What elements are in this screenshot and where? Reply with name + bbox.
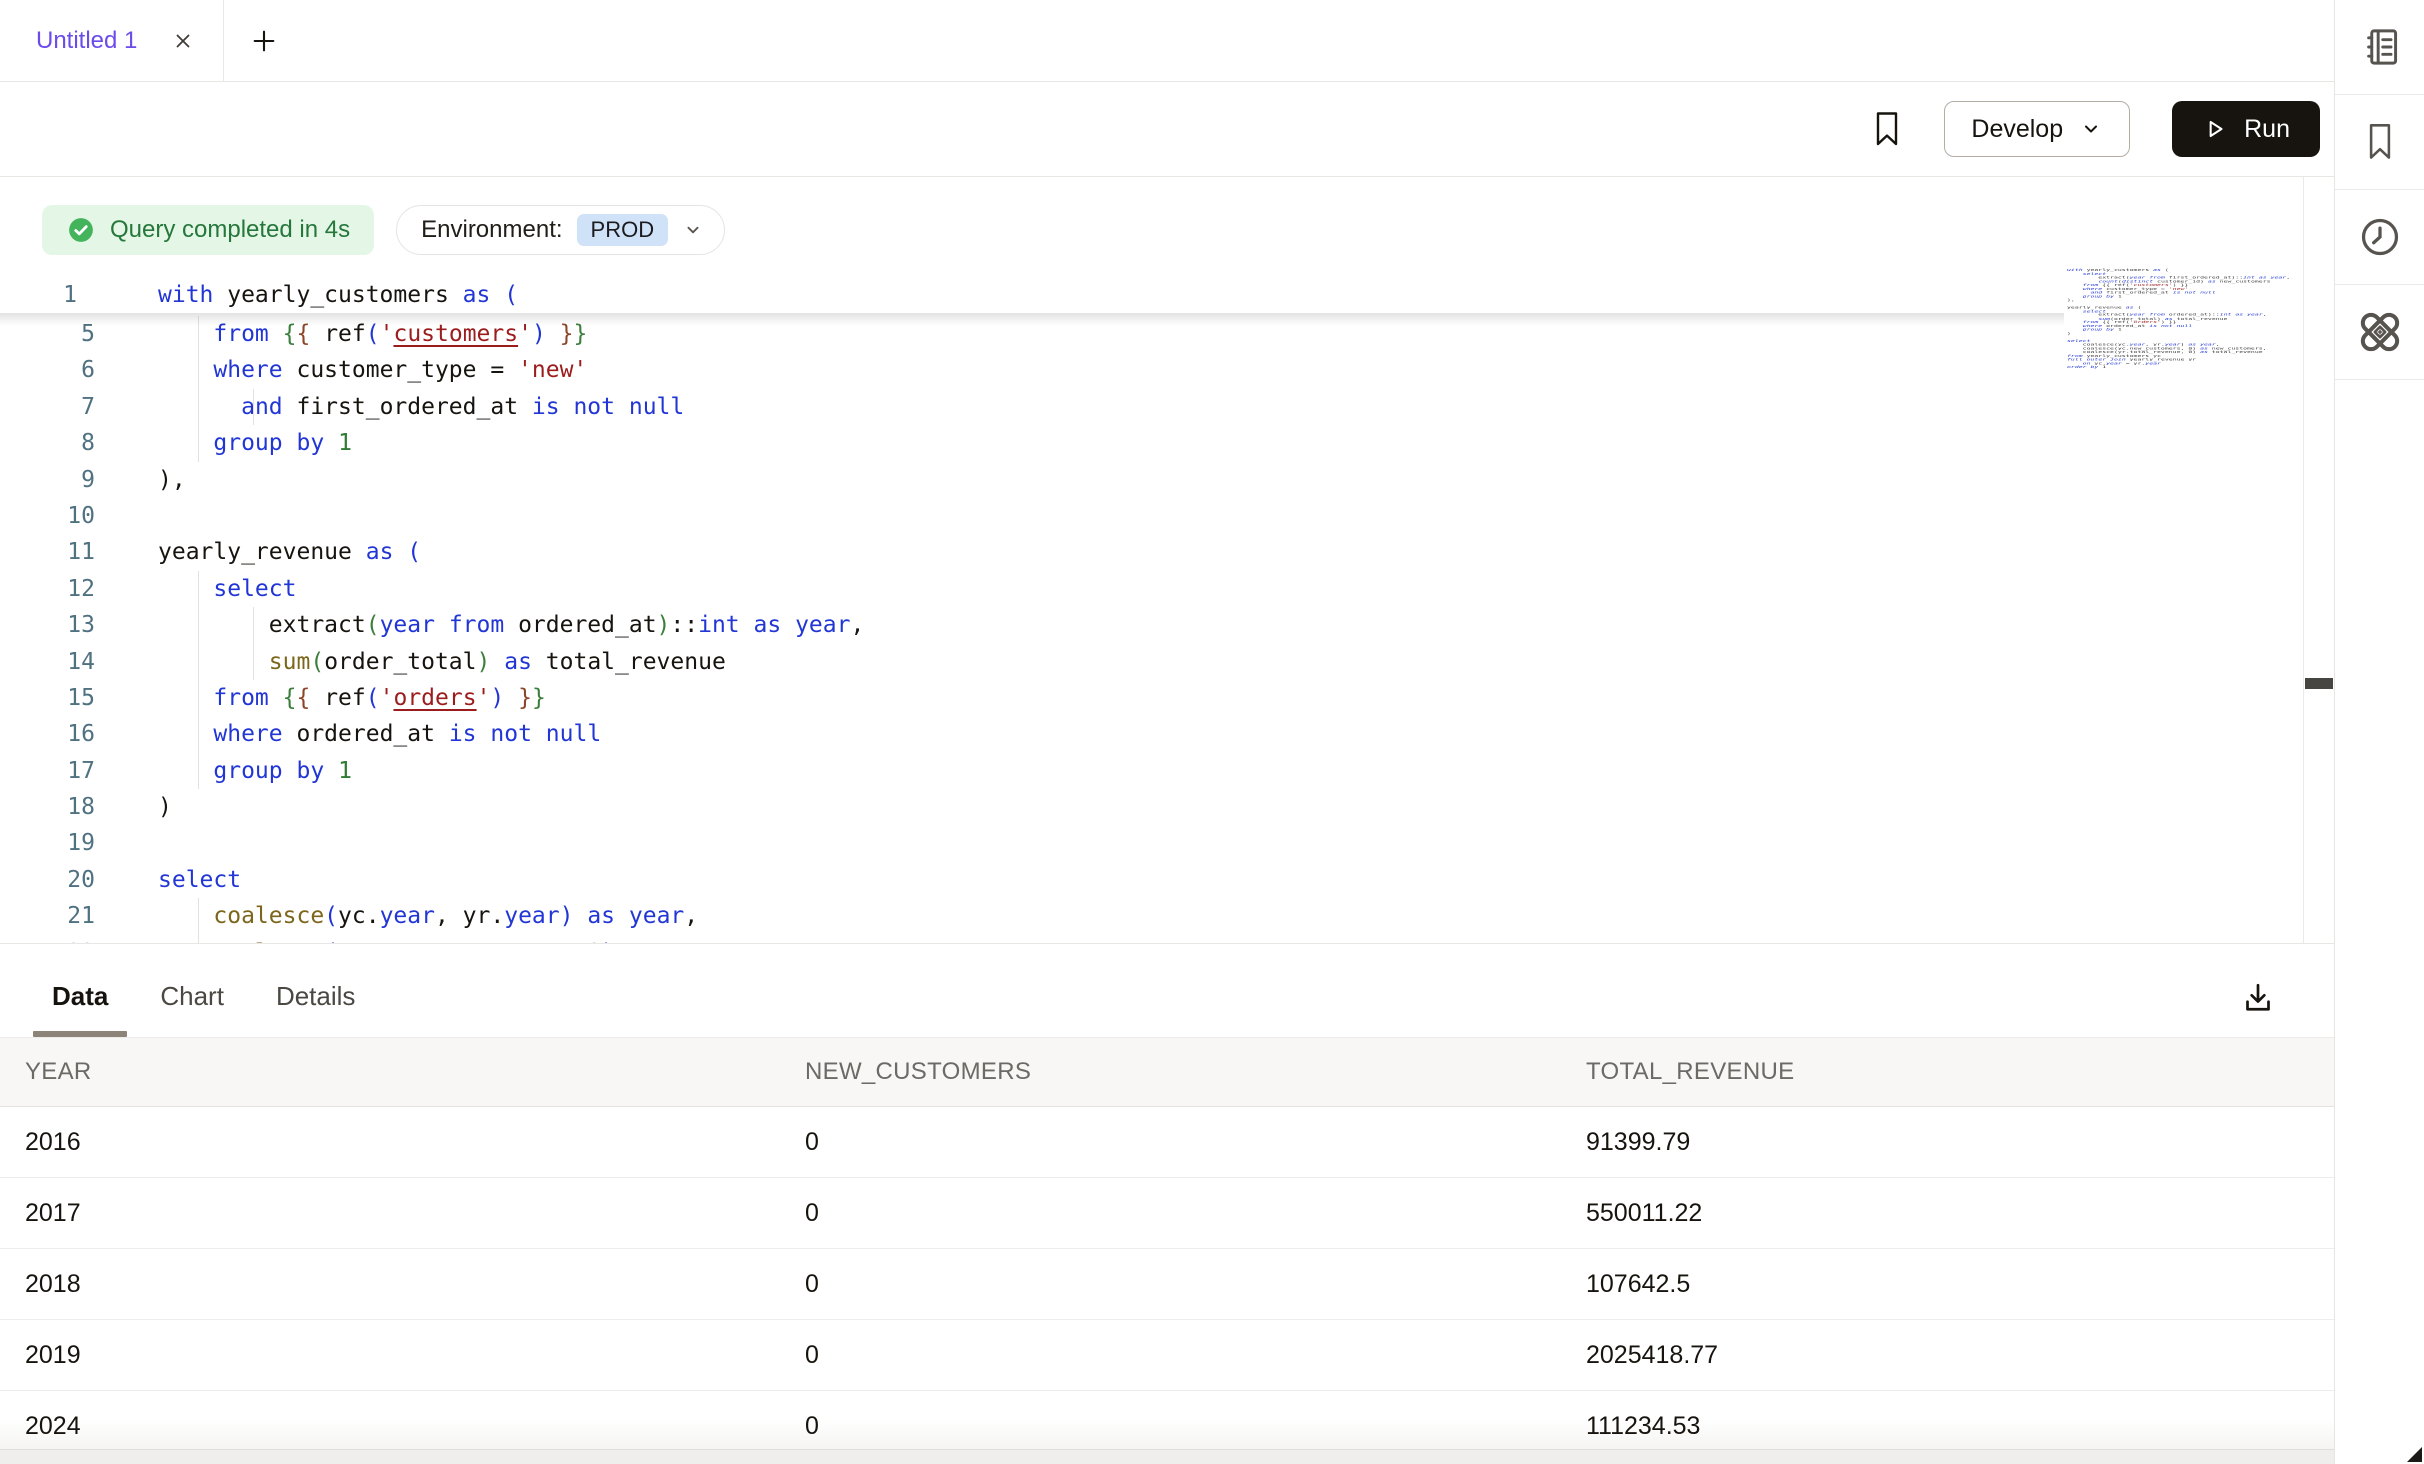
table-cell: 91399.79 — [1586, 1128, 2334, 1157]
column-header: TOTAL_REVENUE — [1586, 1058, 2334, 1086]
close-tab-icon[interactable] — [173, 31, 193, 51]
environment-selector[interactable]: Environment: PROD — [396, 205, 725, 255]
indent-guide — [198, 898, 199, 943]
download-icon[interactable] — [2236, 976, 2280, 1020]
code-line[interactable]: 17 group by 1 — [0, 753, 2064, 789]
right-sidebar — [2334, 0, 2424, 1464]
status-row: Query completed in 4s Environment: PROD — [42, 205, 725, 255]
table-cell: 0 — [805, 1128, 1586, 1157]
query-status-text: Query completed in 4s — [110, 216, 350, 244]
bookmark-icon — [2363, 122, 2397, 162]
table-row[interactable]: 20180107642.5 — [0, 1249, 2334, 1320]
tab-untitled-1[interactable]: Untitled 1 — [0, 0, 224, 81]
new-tab-button[interactable] — [224, 0, 304, 81]
play-icon — [2202, 116, 2228, 142]
code-line[interactable]: 14 sum(order_total) as total_revenue — [0, 644, 2064, 680]
notebook-icon — [2358, 25, 2402, 69]
results-tab-details[interactable]: Details — [276, 981, 355, 1012]
sidebar-item-history[interactable] — [2335, 190, 2424, 285]
editor-scrollbar-thumb[interactable] — [2305, 678, 2333, 689]
table-cell: 0 — [805, 1270, 1586, 1299]
table-row[interactable]: 2016091399.79 — [0, 1107, 2334, 1178]
environment-label: Environment: — [421, 216, 562, 244]
code-line[interactable]: 15 from {{ ref('orders') }} — [0, 680, 2064, 716]
table-body: 2016091399.7920170550011.2220180107642.5… — [0, 1107, 2334, 1462]
table-cell: 2017 — [25, 1199, 805, 1228]
editor-minimap[interactable]: with yearly_customers as ( select extrac… — [2067, 268, 2303, 828]
develop-button[interactable]: Develop — [1944, 101, 2130, 157]
horizontal-scrollbar[interactable] — [0, 1449, 2334, 1464]
table-cell: 2016 — [25, 1128, 805, 1157]
results-tabs: Data Chart Details — [52, 966, 355, 1026]
code-line[interactable]: 8 group by 1 — [0, 425, 2064, 461]
table-cell: 111234.53 — [1586, 1412, 2334, 1441]
environment-value-chip: PROD — [577, 214, 669, 246]
sidebar-item-mesh[interactable] — [2335, 285, 2424, 380]
table-cell: 2018 — [25, 1270, 805, 1299]
develop-button-label: Develop — [1971, 115, 2063, 144]
indent-guide — [253, 389, 254, 425]
code-line[interactable]: 11yearly_revenue as ( — [0, 534, 2064, 570]
column-header: YEAR — [25, 1058, 805, 1086]
table-cell: 2019 — [25, 1341, 805, 1370]
table-cell: 0 — [805, 1341, 1586, 1370]
column-header: NEW_CUSTOMERS — [805, 1058, 1586, 1086]
plus-icon — [250, 27, 278, 55]
code-line[interactable]: 10 — [0, 498, 2064, 534]
table-cell: 2024 — [25, 1412, 805, 1441]
history-icon — [2357, 214, 2403, 260]
chevron-down-icon — [682, 219, 704, 241]
resize-grip[interactable] — [2407, 1447, 2422, 1462]
code-line[interactable]: 22 coalesce(yc.new_customers, 0) as new_… — [0, 935, 2064, 943]
table-header: YEARNEW_CUSTOMERSTOTAL_REVENUE — [0, 1038, 2334, 1107]
code-line[interactable]: 12 select — [0, 571, 2064, 607]
sidebar-item-notebook[interactable] — [2335, 0, 2424, 95]
tab-bar: Untitled 1 — [0, 0, 2334, 82]
results-tab-chart[interactable]: Chart — [160, 981, 224, 1012]
results-panel: Data Chart Details YEARNEW_CUSTOMERSTOTAL_… — [0, 943, 2334, 1464]
minimap-code: with yearly_customers as ( select extrac… — [2067, 268, 2303, 369]
sticky-scroll-shadow — [0, 313, 2064, 326]
code-lines: 5 from {{ ref('customers') }}6 where cus… — [0, 316, 2064, 943]
app-window: Untitled 1 Develop Run Query completed i… — [0, 0, 2424, 1464]
run-button[interactable]: Run — [2172, 101, 2320, 157]
code-line[interactable]: 13 extract(year from ordered_at)::int as… — [0, 607, 2064, 643]
code-line[interactable]: 9), — [0, 462, 2064, 498]
code-line[interactable]: 21 coalesce(yc.year, yr.year) as year, — [0, 898, 2064, 934]
query-status-badge: Query completed in 4s — [42, 205, 374, 255]
code-line[interactable]: 7 and first_ordered_at is not null — [0, 389, 2064, 425]
run-button-label: Run — [2244, 115, 2290, 144]
sticky-code-line[interactable]: 1with yearly_customers as ( — [0, 277, 2064, 313]
table-cell: 0 — [805, 1199, 1586, 1228]
code-line[interactable]: 6 where customer_type = 'new' — [0, 352, 2064, 388]
code-line[interactable]: 19 — [0, 825, 2064, 861]
table-cell: 107642.5 — [1586, 1270, 2334, 1299]
code-line[interactable]: 16 where ordered_at is not null — [0, 716, 2064, 752]
table-cell: 2025418.77 — [1586, 1341, 2334, 1370]
bookmark-icon[interactable] — [1872, 111, 1902, 147]
tab-label: Untitled 1 — [36, 27, 137, 55]
indent-guide — [198, 316, 199, 462]
table-cell: 550011.22 — [1586, 1199, 2334, 1228]
check-circle-icon — [66, 215, 96, 245]
sidebar-item-bookmarks[interactable] — [2335, 95, 2424, 190]
table-row[interactable]: 201902025418.77 — [0, 1320, 2334, 1391]
chevron-down-icon — [2079, 117, 2103, 141]
indent-guide — [253, 607, 254, 680]
code-editor[interactable]: Query completed in 4s Environment: PROD … — [0, 177, 2334, 943]
table-cell: 0 — [805, 1412, 1586, 1441]
mesh-icon — [2351, 303, 2409, 361]
table-row[interactable]: 20170550011.22 — [0, 1178, 2334, 1249]
indent-guide — [198, 571, 199, 789]
code-line[interactable]: 20select — [0, 862, 2064, 898]
editor-scrollbar[interactable] — [2303, 177, 2334, 943]
code-line[interactable]: 18) — [0, 789, 2064, 825]
toolbar: Develop Run — [0, 82, 2334, 177]
results-tab-data[interactable]: Data — [52, 981, 108, 1012]
